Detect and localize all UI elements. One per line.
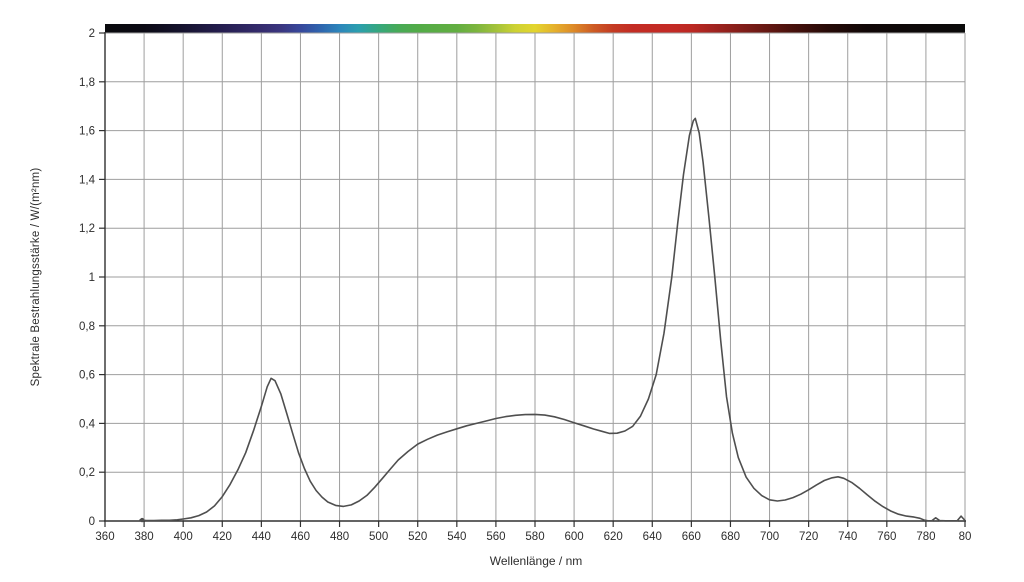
x-tick-label: 500: [369, 531, 388, 543]
y-tick-label: 1,6: [79, 126, 95, 138]
x-tick-label: 620: [604, 531, 623, 543]
x-axis-title: Wellenlänge / nm: [490, 554, 583, 568]
data-point-marker: [140, 518, 144, 522]
x-tick-label: 380: [134, 531, 153, 543]
x-tick-label: 740: [838, 531, 857, 543]
x-tick-label: 420: [213, 531, 232, 543]
x-tick-label: 600: [564, 531, 583, 543]
y-axis-title: Spektrale Bestrahlungsstärke / W/(m²nm): [30, 168, 42, 387]
y-tick-label: 0,2: [79, 467, 95, 479]
x-tick-label: 580: [525, 531, 544, 543]
y-tick-label: 1,2: [79, 223, 95, 235]
y-tick-label: 0,4: [79, 418, 96, 430]
x-tick-label: 680: [721, 531, 740, 543]
y-tick-label: 1,4: [79, 174, 96, 186]
x-tick-label: 400: [174, 531, 193, 543]
y-tick-label: 2: [89, 28, 95, 40]
x-tick-label: 640: [643, 531, 662, 543]
spectral-curve: [140, 118, 965, 520]
x-tick-label: 80: [959, 531, 972, 543]
x-tick-label: 660: [682, 531, 701, 543]
x-tick-label: 360: [95, 531, 114, 543]
y-tick-label: 1: [89, 272, 95, 284]
chart-plot-svg: 360 380 400 420 440 460 480 500 520 540 560 580 600 6…: [0, 0, 1024, 582]
y-tick-label: 1,8: [79, 77, 95, 89]
x-tick-label: 520: [408, 531, 427, 543]
x-tick-label: 760: [877, 531, 896, 543]
y-tick-label: 0,8: [79, 321, 95, 333]
visible-spectrum-bar: [105, 24, 965, 33]
x-tick-label: 560: [486, 531, 505, 543]
x-tick-label: 700: [760, 531, 779, 543]
x-tick-label: 780: [916, 531, 935, 543]
x-tick-label: 480: [330, 531, 349, 543]
y-tick-label: 0: [89, 516, 95, 528]
x-tick-label: 460: [291, 531, 310, 543]
x-tick-label: 720: [799, 531, 818, 543]
spectral-irradiance-chart: 360 380 400 420 440 460 480 500 520 540 560 580 600 6…: [0, 0, 1024, 582]
x-tick-label: 540: [447, 531, 466, 543]
x-tick-label: 440: [252, 531, 271, 543]
y-tick-label: 0,6: [79, 370, 95, 382]
